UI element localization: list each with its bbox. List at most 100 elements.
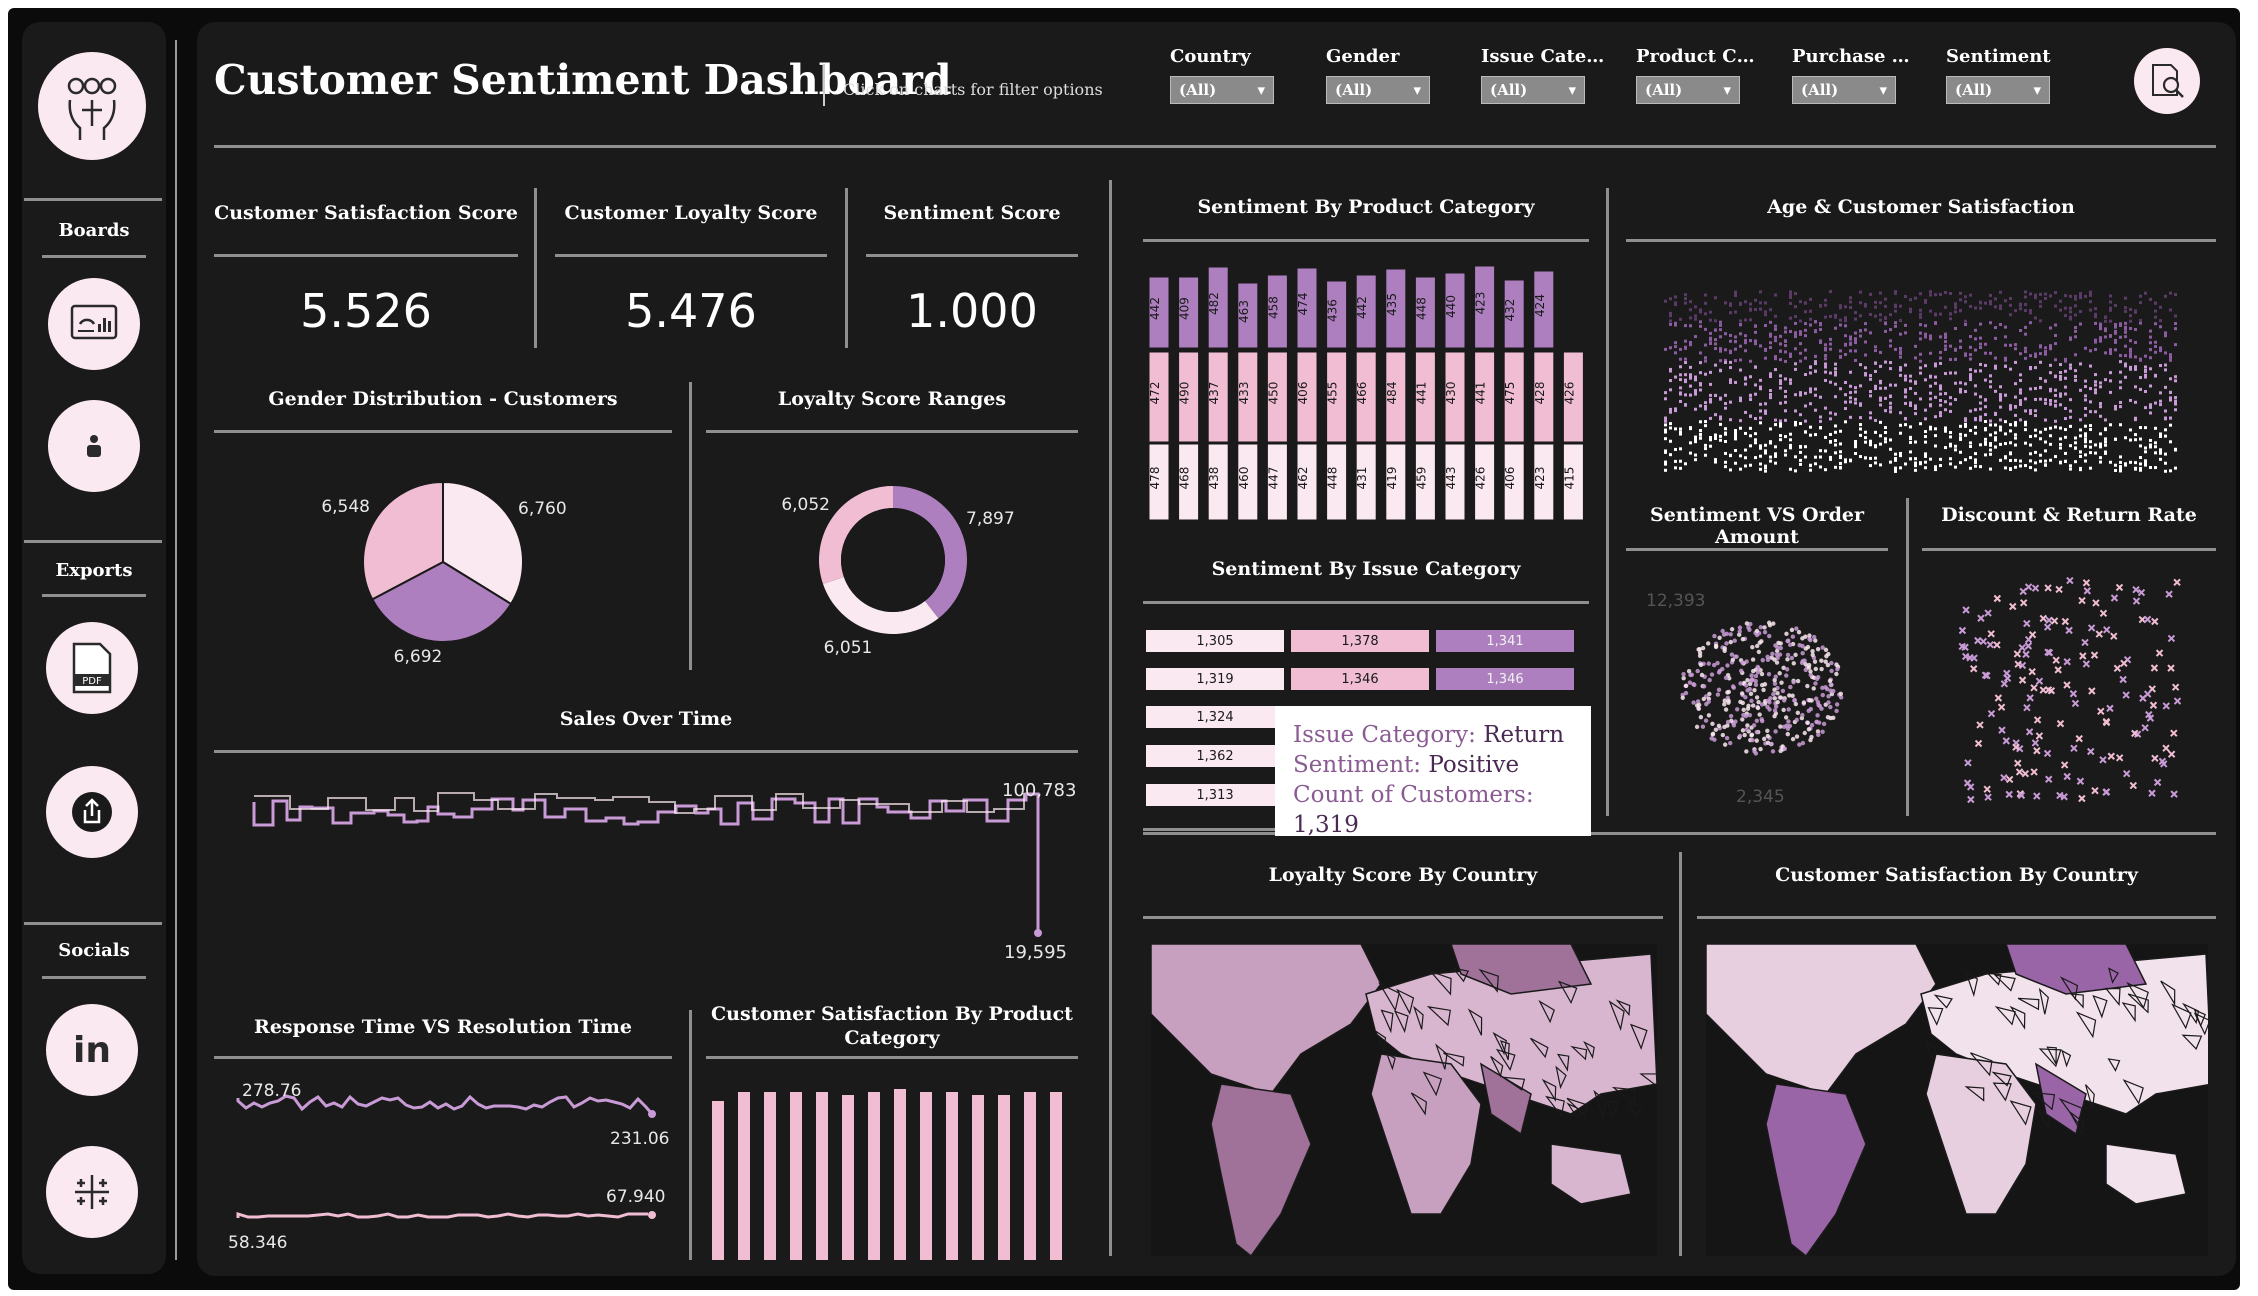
age-point[interactable] — [2104, 428, 2107, 432]
order-point[interactable] — [1811, 634, 1817, 640]
order-point[interactable] — [1808, 706, 1814, 712]
age-point[interactable] — [1829, 440, 1832, 444]
age-point[interactable] — [2024, 325, 2027, 329]
age-point[interactable] — [1884, 297, 1887, 301]
age-point[interactable] — [1699, 361, 1702, 365]
order-point[interactable] — [1834, 671, 1839, 677]
discount-point[interactable] — [2151, 617, 2159, 626]
discount-point[interactable] — [2021, 769, 2030, 778]
age-point[interactable] — [1689, 316, 1692, 320]
gender-pie-chart[interactable]: 6,7606,6926,548 — [214, 440, 672, 680]
age-point[interactable] — [1764, 324, 1767, 328]
age-point[interactable] — [1989, 293, 1992, 297]
age-point[interactable] — [1914, 406, 1917, 410]
order-point[interactable] — [1828, 682, 1834, 688]
age-point[interactable] — [1969, 368, 1972, 372]
age-point[interactable] — [1689, 376, 1692, 380]
linkedin-icon[interactable]: in — [46, 1004, 138, 1096]
age-point[interactable] — [1954, 371, 1957, 375]
age-point[interactable] — [1784, 377, 1787, 381]
age-point[interactable] — [2169, 291, 2172, 295]
filter-dropdown[interactable]: (All) ▾ — [1326, 76, 1430, 104]
age-point[interactable] — [1914, 391, 1917, 395]
age-point[interactable] — [2049, 434, 2052, 438]
age-point[interactable] — [2009, 367, 2012, 371]
age-point[interactable] — [1809, 425, 1812, 429]
age-point[interactable] — [2039, 385, 2042, 389]
age-point[interactable] — [1744, 410, 1747, 414]
age-point[interactable] — [1854, 440, 1857, 444]
age-point[interactable] — [1704, 453, 1707, 457]
age-point[interactable] — [1919, 371, 1922, 375]
age-point[interactable] — [1884, 316, 1887, 320]
age-point[interactable] — [2074, 369, 2077, 373]
age-point[interactable] — [1954, 306, 1957, 310]
age-point[interactable] — [1694, 438, 1697, 442]
age-point[interactable] — [1944, 333, 1947, 337]
age-point[interactable] — [2069, 409, 2072, 413]
age-point[interactable] — [1704, 343, 1707, 347]
age-point[interactable] — [2054, 291, 2057, 295]
age-point[interactable] — [1899, 373, 1902, 377]
age-point[interactable] — [2164, 469, 2167, 473]
order-point[interactable] — [1828, 704, 1833, 710]
age-point[interactable] — [1794, 321, 1797, 325]
age-point[interactable] — [1814, 387, 1817, 391]
age-point[interactable] — [1714, 319, 1717, 323]
age-point[interactable] — [1694, 335, 1697, 339]
age-point[interactable] — [1794, 409, 1797, 413]
discount-point[interactable] — [2143, 615, 2152, 624]
resolution-end-point[interactable] — [648, 1211, 656, 1219]
age-point[interactable] — [1899, 346, 1902, 350]
age-point[interactable] — [2019, 302, 2022, 306]
age-point[interactable] — [1779, 358, 1782, 362]
age-point[interactable] — [1929, 351, 1932, 355]
age-point[interactable] — [1704, 420, 1707, 424]
age-point[interactable] — [1944, 400, 1947, 404]
age-point[interactable] — [1669, 410, 1672, 414]
order-point[interactable] — [1831, 688, 1836, 694]
age-point[interactable] — [2074, 446, 2077, 450]
age-point[interactable] — [1824, 378, 1827, 382]
age-point[interactable] — [2014, 347, 2017, 351]
age-point[interactable] — [2139, 444, 2142, 448]
age-point[interactable] — [2094, 383, 2097, 387]
age-point[interactable] — [2004, 442, 2007, 446]
age-point[interactable] — [1994, 305, 1997, 309]
age-point[interactable] — [2099, 442, 2102, 446]
age-point[interactable] — [1784, 350, 1787, 354]
age-point[interactable] — [1704, 447, 1707, 451]
satisfaction-product-bar[interactable] — [738, 1092, 750, 1260]
age-point[interactable] — [2174, 327, 2177, 331]
discount-point[interactable] — [2075, 734, 2083, 743]
age-point[interactable] — [1734, 429, 1737, 433]
age-point[interactable] — [2064, 451, 2067, 455]
age-point[interactable] — [2084, 434, 2087, 438]
age-point[interactable] — [1994, 356, 1997, 360]
order-point[interactable] — [1710, 721, 1715, 727]
age-point[interactable] — [1969, 445, 1972, 449]
age-point[interactable] — [2144, 375, 2147, 379]
order-point[interactable] — [1740, 660, 1745, 665]
age-point[interactable] — [2159, 391, 2162, 395]
age-point[interactable] — [2174, 408, 2177, 412]
order-point[interactable] — [1819, 706, 1824, 711]
age-point[interactable] — [1909, 307, 1912, 311]
age-point[interactable] — [2019, 402, 2022, 406]
age-point[interactable] — [1799, 413, 1802, 417]
age-point[interactable] — [1669, 367, 1672, 371]
age-point[interactable] — [1934, 381, 1937, 385]
age-point[interactable] — [1734, 359, 1737, 363]
age-point[interactable] — [1954, 465, 1957, 469]
age-point[interactable] — [2089, 300, 2092, 304]
age-point[interactable] — [1779, 382, 1782, 386]
age-point[interactable] — [1764, 356, 1767, 360]
age-point[interactable] — [2054, 455, 2057, 459]
age-point[interactable] — [1904, 423, 1907, 427]
age-point[interactable] — [1989, 419, 1992, 423]
discount-point[interactable] — [2002, 737, 2010, 745]
age-point[interactable] — [1854, 317, 1857, 321]
age-point[interactable] — [2074, 297, 2077, 301]
age-point[interactable] — [1804, 455, 1807, 459]
age-point[interactable] — [1759, 307, 1762, 311]
